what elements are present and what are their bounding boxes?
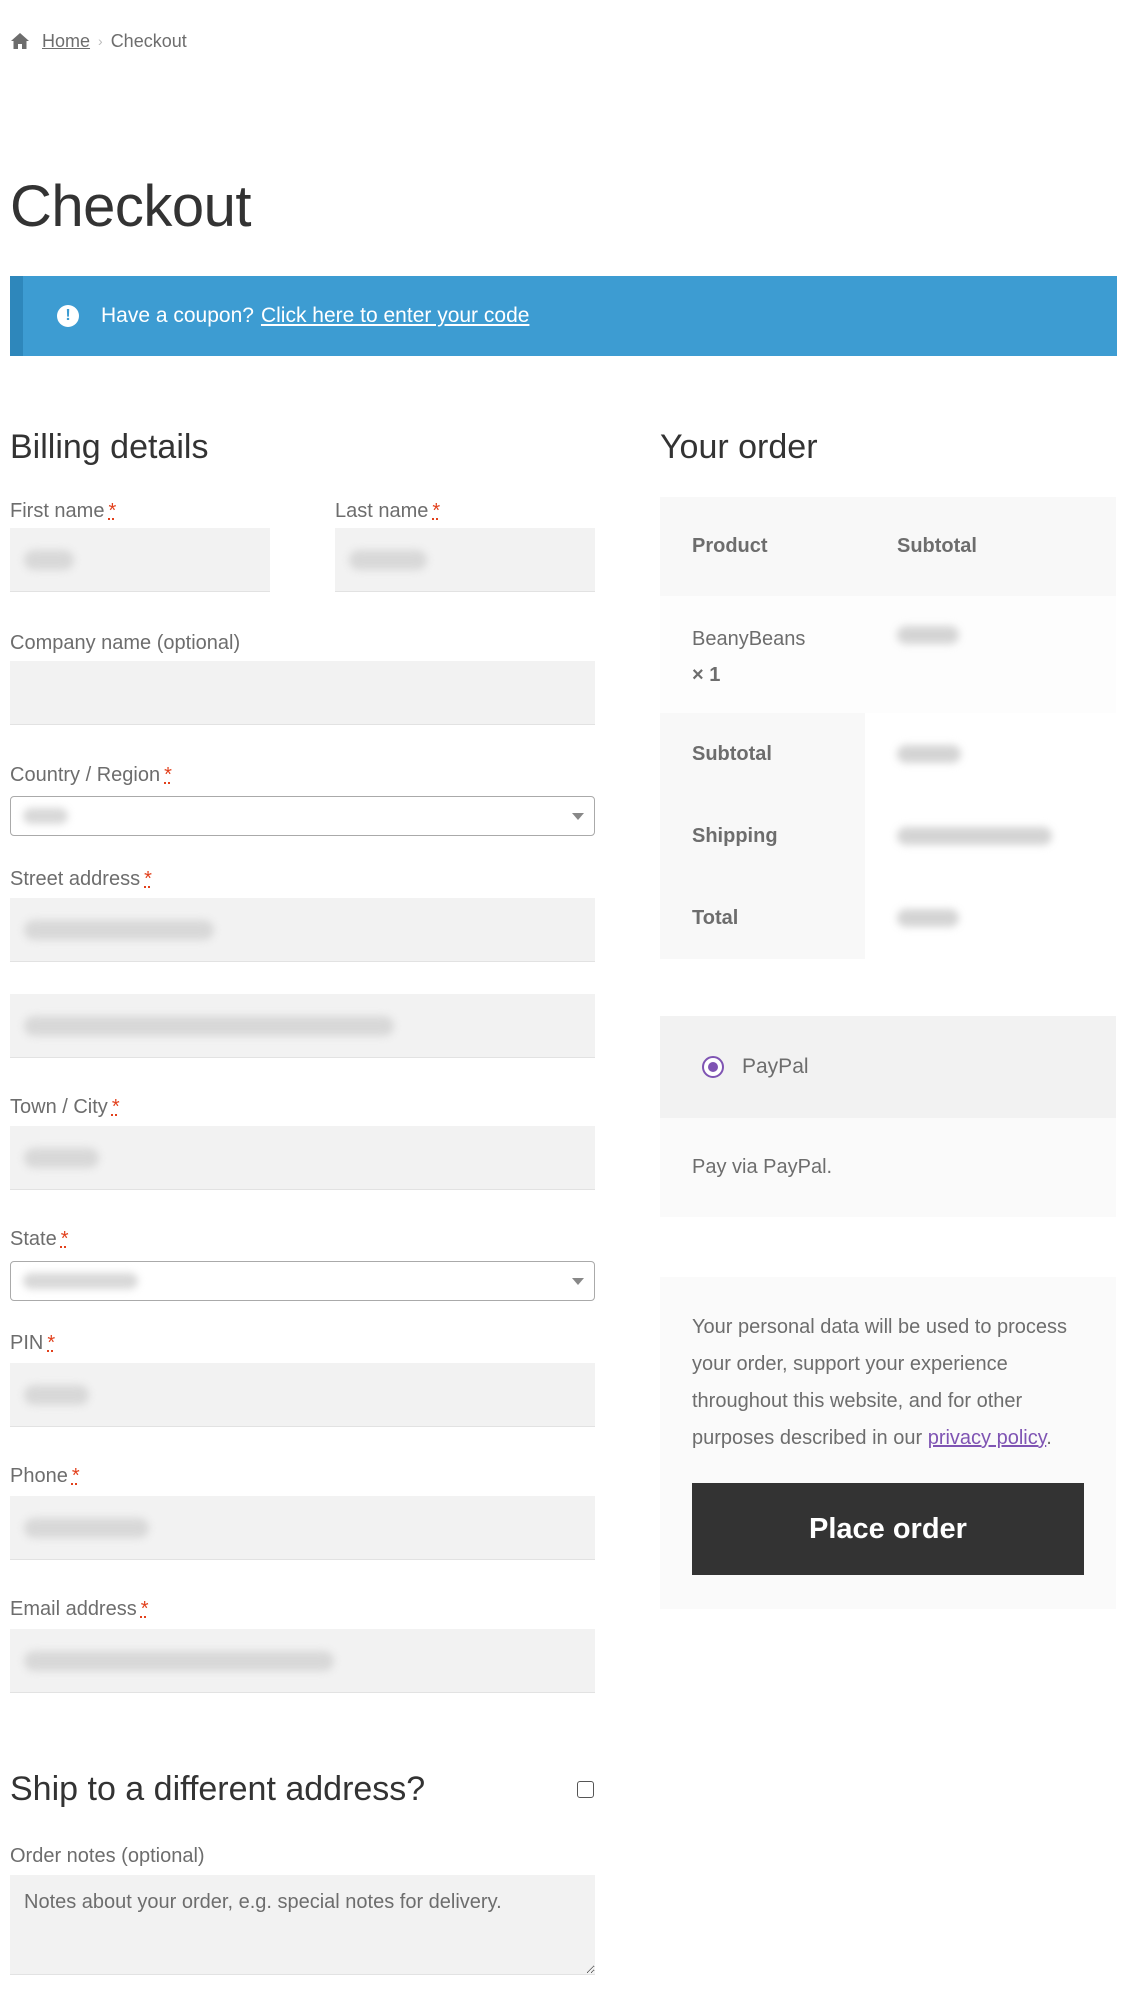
total-row: Total	[660, 877, 1116, 959]
shipping-label: Shipping	[660, 795, 865, 877]
pin-field[interactable]	[10, 1363, 595, 1427]
pin-label: PIN *	[10, 1332, 56, 1354]
info-icon: !	[57, 305, 79, 327]
breadcrumb: Home › Checkout	[10, 30, 187, 52]
town-label: Town / City *	[10, 1096, 120, 1118]
home-icon	[11, 33, 29, 49]
privacy-policy-link[interactable]: privacy policy	[928, 1427, 1047, 1449]
coupon-link[interactable]: Click here to enter your code	[261, 304, 529, 328]
dropdown-arrow-icon	[572, 813, 584, 820]
order-notes-label: Order notes (optional)	[10, 1845, 205, 1867]
payment-description: Pay via PayPal.	[660, 1118, 1116, 1217]
email-field[interactable]	[10, 1629, 595, 1693]
email-label: Email address *	[10, 1598, 149, 1620]
company-label: Company name (optional)	[10, 632, 241, 654]
state-label: State *	[10, 1228, 69, 1250]
col-product: Product	[692, 535, 768, 557]
country-select[interactable]	[10, 796, 595, 836]
last-name-field[interactable]	[335, 528, 595, 592]
order-line-item: BeanyBeans × 1	[660, 596, 1116, 713]
paypal-radio[interactable]	[702, 1056, 724, 1078]
breadcrumb-current: Checkout	[110, 30, 187, 51]
chevron-right-icon: ›	[98, 33, 103, 49]
item-qty: × 1	[692, 664, 721, 686]
payment-method-paypal[interactable]: PayPal	[660, 1016, 1116, 1118]
street-address-2-field[interactable]	[10, 994, 595, 1058]
town-field[interactable]	[10, 1126, 595, 1190]
total-value	[865, 877, 1116, 959]
company-field[interactable]	[10, 661, 595, 725]
phone-label: Phone *	[10, 1465, 80, 1487]
privacy-notice: Your personal data will be used to proce…	[692, 1316, 1068, 1449]
street-label: Street address *	[10, 868, 152, 890]
last-name-label: Last name *	[335, 500, 441, 522]
coupon-notice: ! Have a coupon? Click here to enter you…	[10, 276, 1117, 356]
billing-title: Billing details	[10, 428, 209, 466]
order-notes-textarea[interactable]	[10, 1875, 595, 1975]
ship-different-checkbox[interactable]	[577, 1781, 594, 1798]
place-order-section: Your personal data will be used to proce…	[660, 1277, 1116, 1609]
order-table-header: Product Subtotal	[660, 497, 1116, 596]
first-name-field[interactable]	[10, 528, 270, 592]
breadcrumb-home-link[interactable]: Home	[42, 31, 90, 52]
item-name: BeanyBeans × 1	[660, 596, 865, 713]
subtotal-label: Subtotal	[660, 713, 865, 795]
country-label: Country / Region *	[10, 764, 172, 786]
ship-different-title: Ship to a different address?	[10, 1770, 426, 1808]
payment-methods: PayPal Pay via PayPal.	[660, 1016, 1116, 1217]
subtotal-value	[865, 713, 1116, 795]
subtotal-row: Subtotal	[660, 713, 1116, 795]
payment-method-label: PayPal	[742, 1055, 809, 1078]
place-order-button[interactable]: Place order	[692, 1483, 1084, 1575]
first-name-label: First name *	[10, 500, 117, 522]
total-label: Total	[660, 877, 865, 959]
col-subtotal: Subtotal	[897, 535, 977, 557]
state-select[interactable]	[10, 1261, 595, 1301]
page-title: Checkout	[10, 174, 252, 239]
phone-field[interactable]	[10, 1496, 595, 1560]
street-address-field[interactable]	[10, 898, 595, 962]
your-order-title: Your order	[660, 428, 818, 466]
dropdown-arrow-icon	[572, 1278, 584, 1285]
coupon-text: Have a coupon?	[101, 304, 254, 327]
shipping-row: Shipping	[660, 795, 1116, 877]
order-review-table: Product Subtotal BeanyBeans × 1 Subtotal…	[660, 497, 1116, 959]
item-subtotal	[865, 596, 1116, 713]
shipping-value	[865, 795, 1116, 877]
